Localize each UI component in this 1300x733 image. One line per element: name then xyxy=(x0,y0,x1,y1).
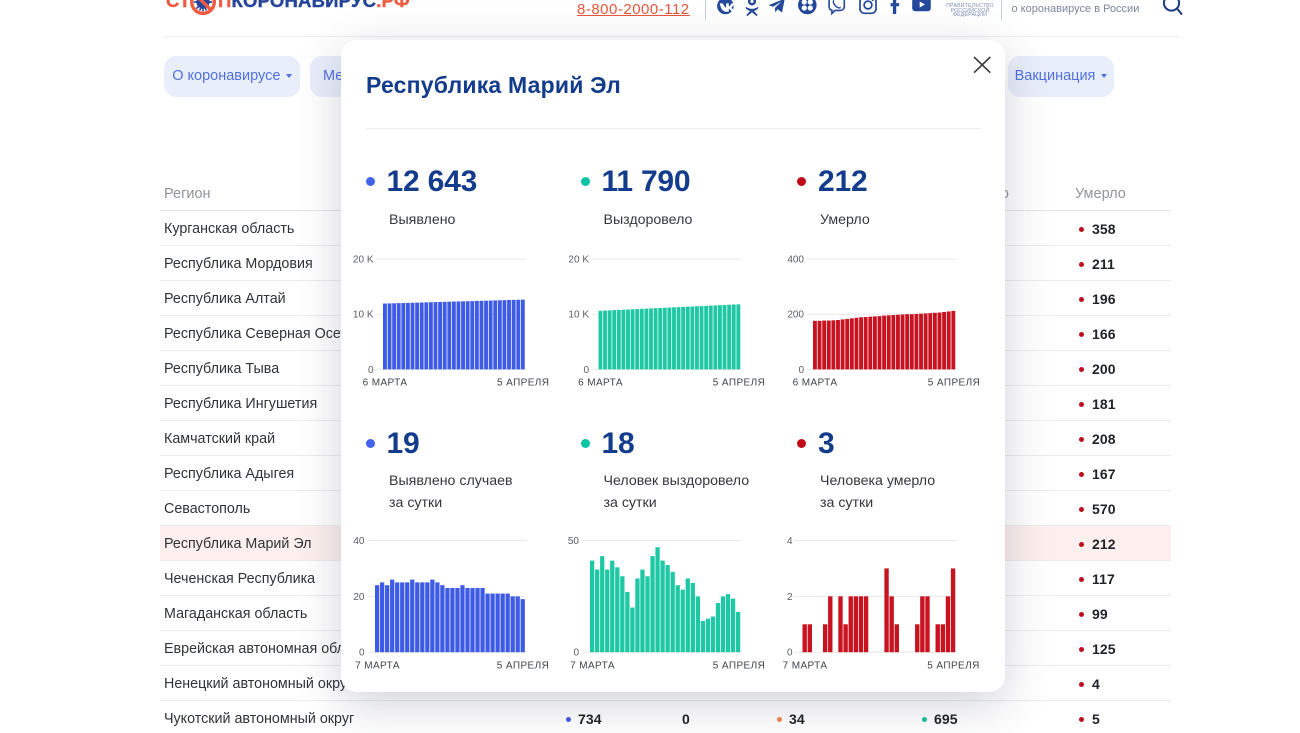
svg-text:200: 200 xyxy=(787,310,804,321)
svg-text:0: 0 xyxy=(787,648,793,659)
svg-text:7 МАРТА: 7 МАРТА xyxy=(570,661,615,672)
svg-text:2: 2 xyxy=(787,592,793,603)
svg-text:50: 50 xyxy=(568,536,580,547)
svg-text:10 K: 10 K xyxy=(568,310,589,321)
svg-text:40: 40 xyxy=(353,536,365,547)
svg-text:7 МАРТА: 7 МАРТА xyxy=(355,661,400,672)
svg-text:20 K: 20 K xyxy=(353,255,374,266)
svg-text:0: 0 xyxy=(573,648,579,659)
svg-text:5 АПРЕЛЯ: 5 АПРЕЛЯ xyxy=(497,378,549,389)
svg-text:6 МАРТА: 6 МАРТА xyxy=(578,378,623,389)
svg-text:0: 0 xyxy=(359,648,365,659)
svg-text:6 МАРТА: 6 МАРТА xyxy=(363,378,408,389)
svg-text:5 АПРЕЛЯ: 5 АПРЕЛЯ xyxy=(713,661,765,672)
svg-text:5 АПРЕЛЯ: 5 АПРЕЛЯ xyxy=(497,661,549,672)
svg-text:20 K: 20 K xyxy=(568,255,589,266)
svg-text:6 МАРТА: 6 МАРТА xyxy=(793,378,838,389)
svg-text:0: 0 xyxy=(583,365,589,376)
svg-text:0: 0 xyxy=(368,365,374,376)
svg-text:7 МАРТА: 7 МАРТА xyxy=(783,661,828,672)
svg-text:20: 20 xyxy=(353,592,365,603)
svg-text:5 АПРЕЛЯ: 5 АПРЕЛЯ xyxy=(927,661,979,672)
svg-text:5 АПРЕЛЯ: 5 АПРЕЛЯ xyxy=(928,378,980,389)
svg-text:400: 400 xyxy=(787,255,804,266)
svg-text:4: 4 xyxy=(787,536,793,547)
svg-text:5 АПРЕЛЯ: 5 АПРЕЛЯ xyxy=(713,378,765,389)
svg-text:0: 0 xyxy=(798,365,804,376)
svg-text:10 K: 10 K xyxy=(353,310,374,321)
